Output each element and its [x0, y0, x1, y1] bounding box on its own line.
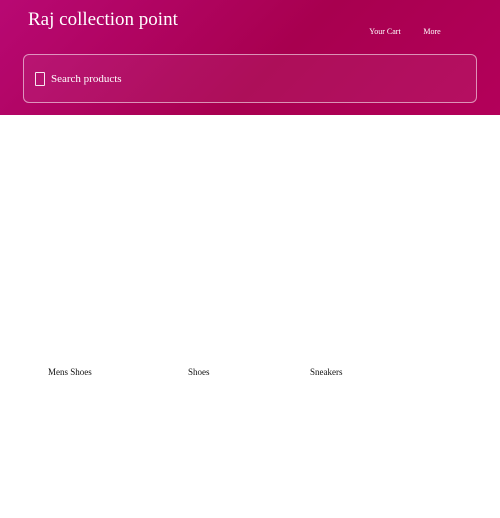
- more-button[interactable]: More: [420, 26, 444, 38]
- store-title[interactable]: Raj collection point: [28, 8, 178, 32]
- top-header: Raj collection point Your Cart More: [0, 0, 500, 115]
- category-mens-shoes[interactable]: Mens Shoes: [48, 365, 92, 379]
- search-input[interactable]: [51, 67, 461, 91]
- category-list: Mens Shoes Shoes Sneakers: [0, 115, 500, 518]
- your-cart-button[interactable]: Your Cart: [366, 26, 404, 38]
- category-sneakers[interactable]: Sneakers: [310, 365, 343, 379]
- search-bar[interactable]: [23, 54, 477, 103]
- search-icon: [35, 72, 45, 86]
- category-shoes[interactable]: Shoes: [188, 365, 210, 379]
